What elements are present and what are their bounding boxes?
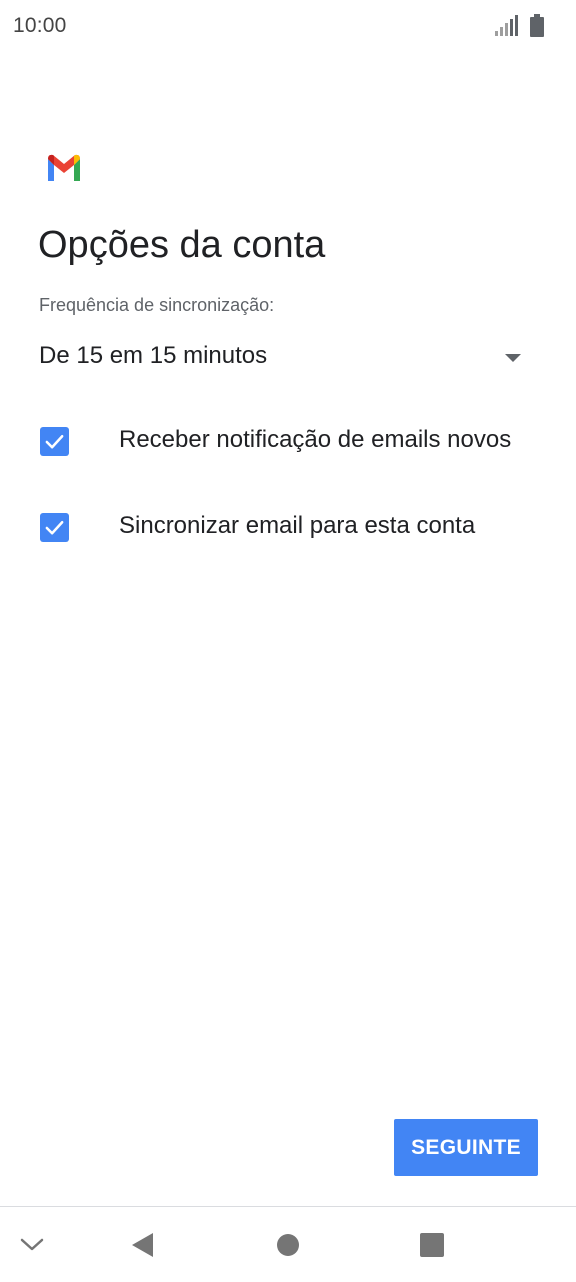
navigation-bar: [0, 1207, 576, 1282]
dropdown-arrow-icon: [505, 354, 521, 362]
notify-new-emails-label: Receber notificação de emails novos: [119, 426, 512, 453]
sync-frequency-dropdown[interactable]: De 15 em 15 minutos: [39, 332, 529, 384]
next-button[interactable]: SEGUINTE: [394, 1119, 538, 1176]
sync-email-checkbox[interactable]: [40, 513, 69, 542]
back-icon[interactable]: [124, 1225, 164, 1265]
sync-email-label: Sincronizar email para esta conta: [119, 512, 476, 539]
status-bar: 10:00: [0, 0, 576, 56]
notify-new-emails-option[interactable]: Receber notificação de emails novos: [39, 417, 549, 465]
home-icon[interactable]: [268, 1225, 308, 1265]
sync-email-option[interactable]: Sincronizar email para esta conta: [39, 503, 549, 551]
gmail-logo-icon: [46, 153, 82, 183]
collapse-icon[interactable]: [12, 1225, 52, 1265]
notify-new-emails-checkbox[interactable]: [40, 427, 69, 456]
page-title: Opções da conta: [38, 224, 326, 266]
sync-frequency-value: De 15 em 15 minutos: [39, 342, 268, 369]
sync-frequency-label: Frequência de sincronização:: [39, 295, 275, 315]
battery-icon: [530, 14, 544, 38]
status-time: 10:00: [13, 14, 67, 37]
recents-icon[interactable]: [412, 1225, 452, 1265]
signal-icon: [494, 14, 518, 38]
